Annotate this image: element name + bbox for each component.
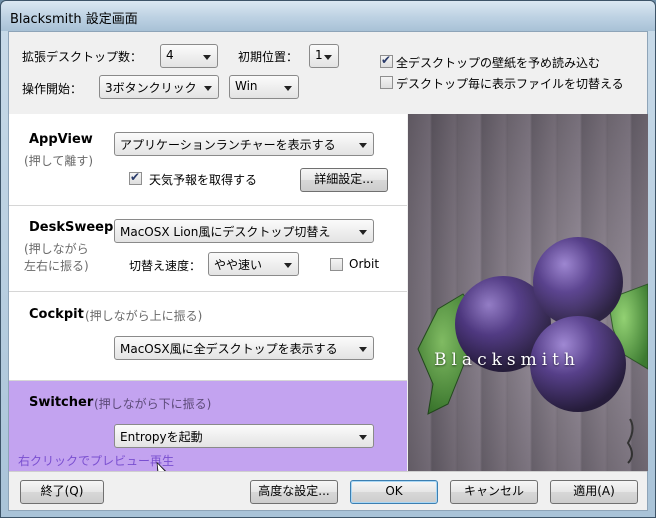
switcher-sub: (押しながら下に振る): [94, 397, 212, 411]
window-title: Blacksmith 設定画面: [10, 12, 138, 27]
switchfile-label: デスクトップ毎に表示ファイルを切替える: [396, 77, 624, 91]
chevron-down-icon: [204, 86, 212, 91]
checkmark-icon: ✔: [381, 53, 392, 67]
exit-button[interactable]: 終了(Q): [20, 480, 104, 504]
image-shade: [408, 114, 648, 471]
preload-checkbox[interactable]: ✔: [380, 53, 393, 68]
chevron-down-icon: [203, 55, 211, 60]
cockpit-sub: (押しながら上に振る): [85, 309, 203, 323]
preload-label: 全デスクトップの壁紙を予め読み込む: [396, 56, 601, 70]
appview-action-value: アプリケーションランチャーを表示する: [120, 138, 336, 152]
brand-text: Blacksmith: [434, 350, 580, 370]
weather-checkbox[interactable]: ✔: [129, 170, 142, 185]
weather-label: 天気予報を取得する: [149, 173, 258, 187]
desksweep-action-select[interactable]: MacOSX Lion風にデスクトップ切替え: [114, 219, 374, 243]
cockpit-action-value: MacOSX風に全デスクトップを表示する: [120, 342, 338, 356]
orbit-label: Orbit: [349, 257, 380, 271]
ok-button[interactable]: OK: [350, 480, 438, 504]
initial-pos-label: 初期位置：: [238, 50, 299, 64]
appview-panel: AppView (押して離す) アプリケーションランチャーを表示する ✔ 天気予…: [9, 114, 407, 206]
speed-value: やや速い: [214, 258, 263, 272]
blacksmith-preview-image: Blacksmith: [408, 114, 648, 471]
desksweep-name: DeskSweep: [29, 220, 114, 235]
op-start-label: 操作開始：: [22, 82, 83, 96]
speed-select[interactable]: やや速い: [208, 252, 299, 276]
switchfile-checkbox[interactable]: [380, 76, 393, 89]
chevron-down-icon: [359, 347, 367, 352]
switcher-name: Switcher: [29, 395, 94, 410]
desksweep-sub1: (押しながら: [24, 242, 89, 256]
chevron-down-icon: [284, 263, 292, 268]
detail-settings-button[interactable]: 詳細設定...: [300, 168, 388, 192]
desktops-label: 拡張デスクトップ数：: [22, 50, 143, 64]
title-bar[interactable]: Blacksmith 設定画面: [1, 1, 655, 31]
cancel-button[interactable]: キャンセル: [450, 480, 538, 504]
desksweep-sub2: 左右に振る): [24, 259, 89, 273]
cockpit-name: Cockpit: [29, 307, 84, 322]
cockpit-panel: Cockpit (押しながら上に振る) MacOSX風に全デスクトップを表示する: [9, 292, 407, 381]
appview-action-select[interactable]: アプリケーションランチャーを表示する: [114, 132, 374, 156]
desktops-value: 4: [166, 48, 174, 62]
switcher-action-select[interactable]: Entropyを起動: [114, 424, 374, 448]
speed-label: 切替え速度：: [129, 259, 202, 273]
button-bar: 終了(Q) 高度な設定... OK キャンセル 適用(A): [9, 471, 647, 510]
checkmark-icon: ✔: [130, 170, 141, 184]
chevron-down-icon: [284, 86, 292, 91]
client-area: 拡張デスクトップ数： 4 初期位置： 1 操作開始： 3ボタンクリック Win …: [8, 31, 648, 511]
op-key-value: Win: [235, 79, 258, 93]
op-start-value: 3ボタンクリック: [105, 81, 197, 95]
desksweep-panel: DeskSweep (押しながら 左右に振る) MacOSX Lion風にデスク…: [9, 206, 407, 292]
apply-button[interactable]: 適用(A): [550, 480, 638, 504]
orbit-checkbox[interactable]: [330, 258, 343, 271]
op-key-select[interactable]: Win: [229, 75, 299, 99]
appview-name: AppView: [29, 132, 93, 147]
desksweep-action-value: MacOSX Lion風にデスクトップ切替え: [120, 225, 331, 239]
initial-pos-select[interactable]: 1: [309, 44, 339, 68]
initial-pos-value: 1: [315, 48, 323, 62]
op-start-select[interactable]: 3ボタンクリック: [99, 75, 219, 99]
preview-hint: 右クリックでプレビュー再生: [18, 454, 175, 468]
chevron-down-icon: [324, 55, 332, 60]
desktops-select[interactable]: 4: [160, 44, 218, 68]
chevron-down-icon: [359, 143, 367, 148]
chevron-down-icon: [359, 230, 367, 235]
settings-window: Blacksmith 設定画面 拡張デスクトップ数： 4 初期位置： 1 操作開…: [0, 0, 656, 518]
switcher-action-value: Entropyを起動: [120, 430, 203, 444]
appview-sub: (押して離す): [24, 154, 94, 168]
advanced-settings-button[interactable]: 高度な設定...: [250, 480, 338, 504]
chevron-down-icon: [359, 435, 367, 440]
cockpit-action-select[interactable]: MacOSX風に全デスクトップを表示する: [114, 336, 374, 360]
